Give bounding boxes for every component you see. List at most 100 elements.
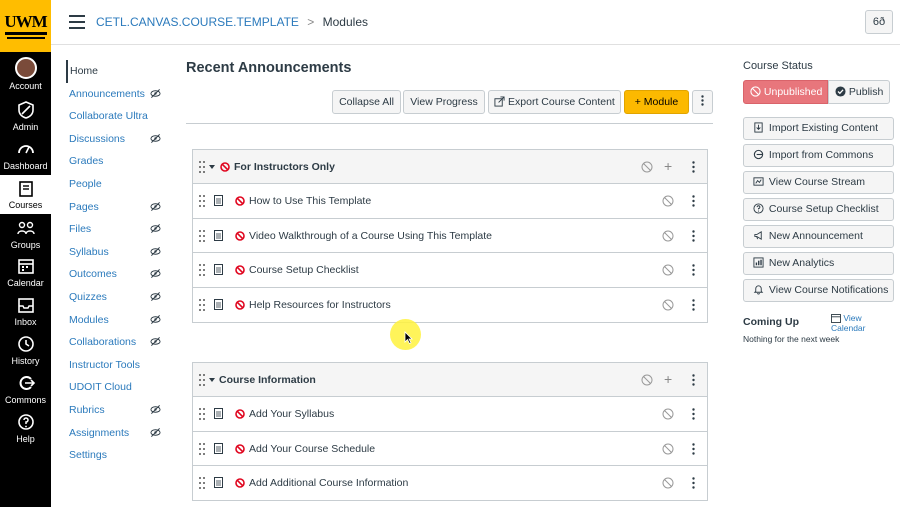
module-header[interactable]: Course Information + [193,363,707,397]
course-nav-settings[interactable]: Settings [66,444,176,467]
ban-icon[interactable] [662,477,674,489]
ban-icon[interactable] [662,299,674,311]
student-view-button[interactable]: 6ð [865,10,893,34]
kebab-icon[interactable] [692,298,695,311]
view-calendar-link[interactable]: View Calendar [831,313,895,333]
module-item[interactable]: Video Walkthrough of a Course Using This… [193,218,707,253]
collapse-triangle-icon[interactable] [209,378,215,382]
module-item[interactable]: Add Additional Course Information [193,466,707,501]
add-item-plus-icon[interactable]: + [664,371,672,387]
more-options-button[interactable] [692,90,713,114]
kebab-icon[interactable] [692,442,695,455]
kebab-icon[interactable] [692,408,695,420]
module-item-title[interactable]: Add Your Syllabus [249,408,334,420]
kebab-icon[interactable] [692,195,695,207]
unpublished-icon[interactable] [235,230,245,241]
module-item[interactable]: Course Setup Checklist [193,253,707,288]
module-item-title[interactable]: Add Your Course Schedule [249,443,375,455]
uwm-logo[interactable]: UWM [0,0,51,52]
course-nav-discussions[interactable]: Discussions [66,128,176,151]
module-item-title[interactable]: Video Walkthrough of a Course Using This… [249,230,492,242]
ban-icon[interactable] [662,264,674,276]
view-progress-button[interactable]: View Progress [403,90,485,114]
kebab-icon[interactable] [692,374,695,386]
course-nav-rubrics[interactable]: Rubrics [66,399,176,422]
drag-handle-icon[interactable] [199,161,205,173]
unpublished-icon[interactable] [235,299,245,310]
new-announcement-button[interactable]: New Announcement [743,225,894,248]
global-nav-admin[interactable]: Admin [0,100,51,132]
unpublished-icon[interactable] [235,196,245,206]
drag-handle-icon[interactable] [199,408,205,420]
hamburger-menu-icon[interactable] [69,15,85,33]
unpublished-icon[interactable] [235,443,245,454]
drag-handle-icon[interactable] [199,229,205,242]
unpublished-button[interactable]: Unpublished [743,80,828,104]
module-item-title[interactable]: Course Setup Checklist [249,264,359,276]
kebab-icon[interactable] [692,477,695,489]
course-nav-udoit-cloud[interactable]: UDOIT Cloud [66,376,176,399]
ban-icon[interactable] [641,161,653,173]
global-nav-commons[interactable]: Commons [0,373,51,405]
module-item[interactable]: How to Use This Template [193,184,707,219]
drag-handle-icon[interactable] [199,477,205,489]
view-course-stream-button[interactable]: View Course Stream [743,171,894,194]
drag-handle-icon[interactable] [199,442,205,455]
course-nav-announcements[interactable]: Announcements [66,83,176,106]
course-nav-people[interactable]: People [66,173,176,196]
drag-handle-icon[interactable] [199,195,205,207]
module-item-title[interactable]: Add Additional Course Information [249,477,408,489]
course-nav-home[interactable]: Home [66,60,176,83]
global-nav-account[interactable]: Account [0,57,51,91]
import-existing-content-button[interactable]: Import Existing Content [743,117,894,140]
module-item[interactable]: Add Your Syllabus [193,397,707,432]
global-nav-history[interactable]: History [0,334,51,366]
new-analytics-button[interactable]: New Analytics [743,252,894,275]
unpublished-icon[interactable] [220,162,230,172]
module-item-title[interactable]: Help Resources for Instructors [249,299,391,311]
kebab-icon[interactable] [692,161,695,173]
global-nav-courses[interactable]: Courses [0,175,51,214]
course-nav-collaborate-ultra[interactable]: Collaborate Ultra [66,105,176,128]
course-nav-syllabus[interactable]: Syllabus [66,241,176,264]
global-nav-inbox[interactable]: Inbox [0,295,51,327]
collapse-all-button[interactable]: Collapse All [332,90,401,114]
course-setup-checklist-button[interactable]: Course Setup Checklist [743,198,894,221]
ban-icon[interactable] [662,230,674,242]
drag-handle-icon[interactable] [199,264,205,276]
course-nav-collaborations[interactable]: Collaborations [66,331,176,354]
publish-button[interactable]: Publish [828,80,890,104]
unpublished-icon[interactable] [235,265,245,275]
global-nav-groups[interactable]: Groups [0,218,51,250]
module-item[interactable]: Add Your Course Schedule [193,431,707,466]
ban-icon[interactable] [662,408,674,420]
add-module-button[interactable]: + Module [624,90,689,114]
import-from-commons-button[interactable]: Import from Commons [743,144,894,167]
drag-handle-icon[interactable] [199,374,205,386]
view-course-notifications-button[interactable]: View Course Notifications [743,279,894,302]
course-nav-outcomes[interactable]: Outcomes [66,263,176,286]
ban-icon[interactable] [662,195,674,207]
add-item-plus-icon[interactable]: + [664,158,672,174]
ban-icon[interactable] [662,443,674,455]
collapse-triangle-icon[interactable] [209,165,215,169]
module-item-title[interactable]: How to Use This Template [249,195,371,207]
global-nav-help[interactable]: Help [0,412,51,444]
course-nav-assignments[interactable]: Assignments [66,422,176,445]
kebab-icon[interactable] [692,264,695,276]
global-nav-calendar[interactable]: Calendar [0,256,51,288]
course-nav-modules[interactable]: Modules [66,309,176,332]
global-nav-dashboard[interactable]: Dashboard [0,139,51,171]
module-header[interactable]: For Instructors Only + [193,150,707,184]
unpublished-icon[interactable] [235,409,245,419]
unpublished-icon[interactable] [235,478,245,488]
export-course-content-button[interactable]: Export Course Content [488,90,621,114]
course-nav-quizzes[interactable]: Quizzes [66,286,176,309]
drag-handle-icon[interactable] [199,298,205,311]
course-nav-instructor-tools[interactable]: Instructor Tools [66,354,176,377]
course-nav-pages[interactable]: Pages [66,196,176,219]
kebab-icon[interactable] [692,229,695,242]
breadcrumb-course-link[interactable]: CETL.CANVAS.COURSE.TEMPLATE [96,15,299,29]
ban-icon[interactable] [641,374,653,386]
course-nav-files[interactable]: Files [66,218,176,241]
